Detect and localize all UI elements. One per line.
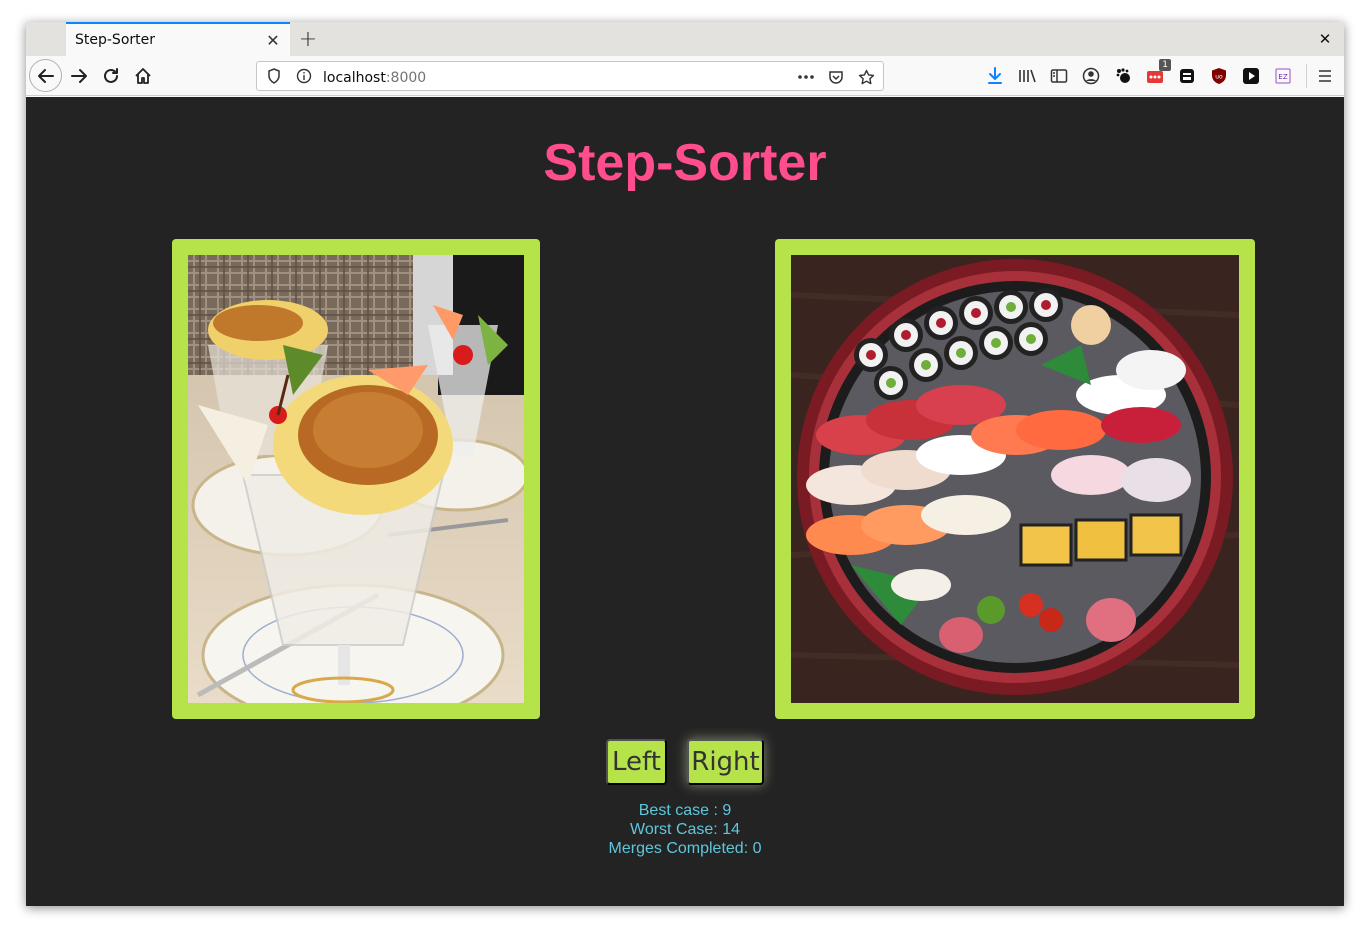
gnome-extension-icon[interactable] <box>1112 65 1134 87</box>
info-icon[interactable] <box>293 65 315 87</box>
toolbar-separator <box>1306 64 1307 88</box>
forward-arrow-icon[interactable] <box>63 60 95 92</box>
url-host: localhost <box>323 69 386 86</box>
best-case-text: Best case : 9 <box>638 802 732 819</box>
account-icon[interactable] <box>1080 65 1102 87</box>
tab-strip: Step-Sorter ✕ + ✕ <box>26 22 1344 56</box>
library-icon[interactable] <box>1016 65 1038 87</box>
close-window-icon[interactable]: ✕ <box>1314 28 1336 50</box>
new-tab-icon[interactable]: + <box>296 27 320 52</box>
nav-bar: localhost:8000 1 uo EZ <box>26 56 1344 96</box>
back-arrow-icon[interactable] <box>29 59 62 92</box>
browser-window: Step-Sorter ✕ + ✕ localhost:8000 1 uo EZ… <box>26 22 1344 906</box>
svg-text:uo: uo <box>1215 74 1223 81</box>
right-image-frame[interactable] <box>775 239 1255 719</box>
sidebar-icon[interactable] <box>1048 65 1070 87</box>
left-image-frame[interactable] <box>172 239 540 719</box>
download-icon[interactable] <box>984 65 1006 87</box>
right-button[interactable]: Right <box>687 739 764 785</box>
right-photo-sushi[interactable] <box>791 255 1239 703</box>
url-bar[interactable]: localhost:8000 <box>256 61 884 91</box>
container-extension-icon[interactable] <box>1176 65 1198 87</box>
menu-icon[interactable] <box>1314 65 1336 87</box>
merges-completed-text: Merges Completed: 0 <box>608 840 762 857</box>
svg-text:EZ: EZ <box>1278 73 1287 81</box>
more-icon[interactable] <box>795 66 817 88</box>
play-extension-icon[interactable] <box>1240 65 1262 87</box>
ublock-icon[interactable]: uo <box>1208 65 1230 87</box>
tab-step-sorter[interactable]: Step-Sorter ✕ <box>66 22 290 56</box>
left-button[interactable]: Left <box>606 739 667 785</box>
page-title: Step-Sorter <box>543 134 827 192</box>
tab-title: Step-Sorter <box>75 32 155 48</box>
close-tab-icon[interactable]: ✕ <box>262 29 284 51</box>
pocket-icon[interactable] <box>825 66 847 88</box>
extension-badge-count: 1 <box>1159 59 1171 71</box>
left-photo-parfait[interactable] <box>188 255 524 703</box>
star-icon[interactable] <box>855 66 877 88</box>
ez-extension-icon[interactable]: EZ <box>1272 65 1294 87</box>
page-content: Step-Sorter Left Right Best case: 9 Wor… <box>26 97 1344 906</box>
worst-case-text: Worst Case: 14 <box>630 821 740 838</box>
home-icon[interactable] <box>127 60 159 92</box>
url-port: :8000 <box>385 69 427 86</box>
shield-icon[interactable] <box>263 65 285 87</box>
extension-badge-icon[interactable]: 1 <box>1144 59 1171 87</box>
stats-panel: Best case : 9 Worst Case: 14 Merges Comp… <box>26 801 1344 858</box>
reload-icon[interactable] <box>95 60 127 92</box>
